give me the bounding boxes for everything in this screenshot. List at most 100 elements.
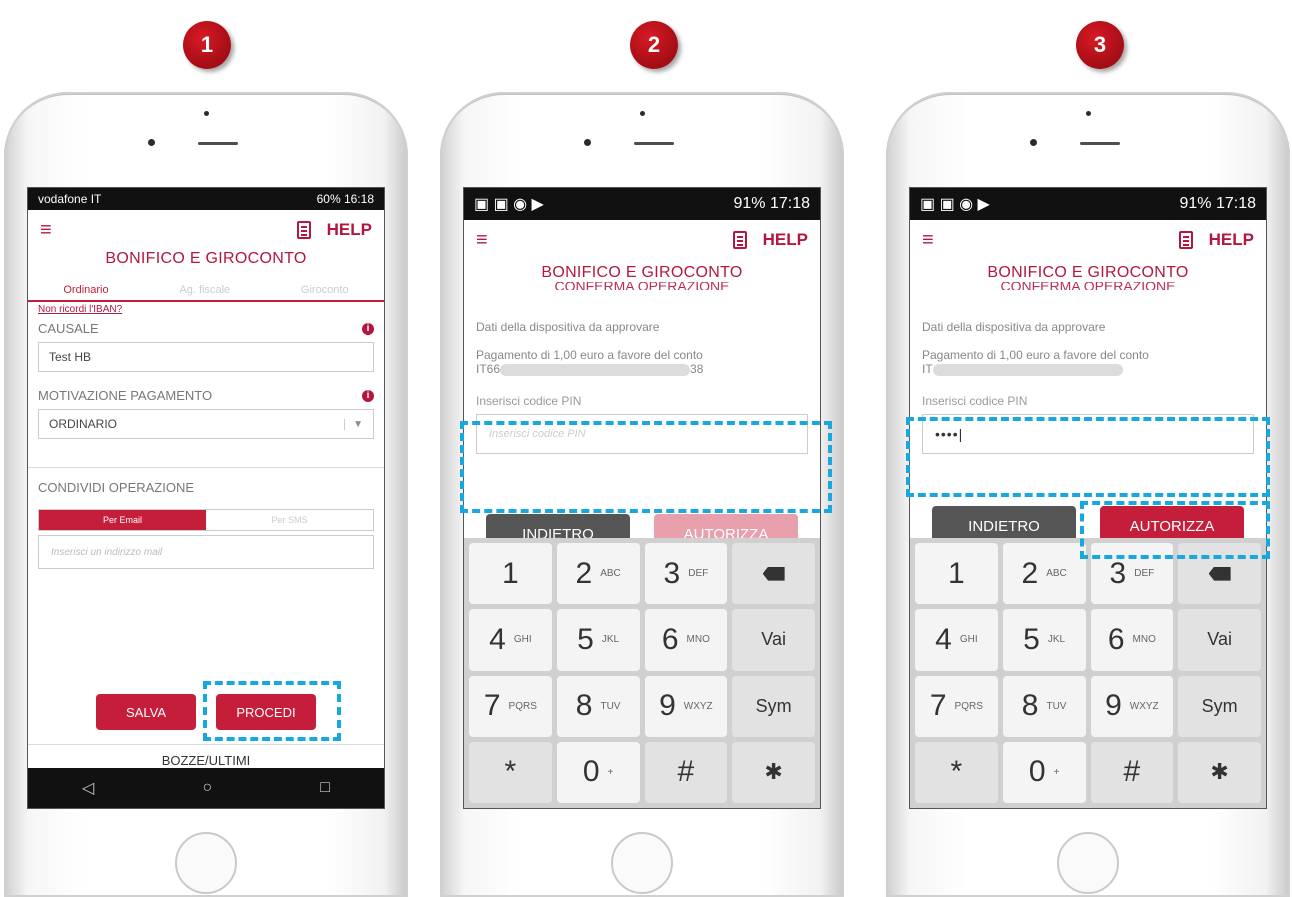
key-9[interactable]: 9 WXYZ xyxy=(1090,675,1174,737)
pagamento-text: Pagamento di 1,00 euro a favore del cont… xyxy=(476,348,703,362)
top-bar: ≡ HELP xyxy=(910,220,1266,260)
status-bar: vodafone IT 60% 16:18 xyxy=(28,188,384,210)
causale-input[interactable]: Test HB xyxy=(38,342,374,372)
key-8[interactable]: 8 TUV xyxy=(556,675,640,737)
masked-iban xyxy=(500,363,691,376)
tab-ag-fiscale[interactable]: Ag. fiscale xyxy=(179,284,230,296)
key-0[interactable]: 0 + xyxy=(1002,741,1086,803)
toggle-sms[interactable]: Per SMS xyxy=(206,510,373,530)
hamburger-menu-icon[interactable]: ≡ xyxy=(922,229,934,252)
key-asterisk[interactable]: * xyxy=(469,741,552,803)
key-6[interactable]: 6 MNO xyxy=(644,609,728,671)
info-icon[interactable]: i xyxy=(362,389,374,402)
key-6[interactable]: 6 MNO xyxy=(1090,609,1174,671)
android-nav-bar: ◁ ○ □ xyxy=(28,768,384,808)
motivazione-select[interactable]: ORDINARIO ▼ xyxy=(38,409,374,439)
key-vai[interactable]: Vai xyxy=(1178,609,1261,671)
page-title: BONIFICO E GIROCONTO xyxy=(987,264,1189,281)
document-list-icon[interactable] xyxy=(1178,231,1193,249)
iban-link[interactable]: Non ricordi l'IBAN? xyxy=(38,304,374,315)
help-button[interactable]: HELP xyxy=(327,220,372,240)
key-5[interactable]: 5 JKL xyxy=(556,609,640,671)
key-4[interactable]: 4 GHI xyxy=(915,609,998,671)
key-sym[interactable]: Sym xyxy=(732,675,815,737)
document-list-icon[interactable] xyxy=(732,231,747,249)
email-field[interactable]: Inserisci un indirizzo mail xyxy=(38,535,374,569)
backspace-key[interactable] xyxy=(732,543,815,605)
earpiece-speaker xyxy=(198,142,238,145)
share-toggle: Per Email Per SMS xyxy=(38,509,374,531)
key-asterisk[interactable]: * xyxy=(915,741,998,803)
tab-ordinario[interactable]: Ordinario xyxy=(63,284,108,296)
step-badge-1: 1 xyxy=(183,21,231,69)
status-right: 91% 17:18 xyxy=(733,195,810,212)
toggle-email[interactable]: Per Email xyxy=(39,510,206,530)
key-4[interactable]: 4 GHI xyxy=(469,609,552,671)
bozze-ultimi-link[interactable]: BOZZE/ULTIMI xyxy=(28,744,384,768)
page-title: BONIFICO E GIROCONTO xyxy=(541,264,743,281)
step-badge-3: 3 xyxy=(1076,21,1124,69)
status-icons: ▣ ▣ ◉ ▶ xyxy=(920,196,990,213)
condividi-label: CONDIVIDI OPERAZIONE xyxy=(38,480,195,495)
save-button[interactable]: SALVA xyxy=(96,694,196,730)
chevron-down-icon: ▼ xyxy=(344,418,363,430)
front-camera xyxy=(148,139,155,146)
backspace-icon xyxy=(762,566,785,581)
document-list-icon[interactable] xyxy=(296,221,311,239)
home-button[interactable] xyxy=(1057,832,1119,894)
earpiece-speaker xyxy=(634,142,674,145)
status-bar: ▣ ▣ ◉ ▶ 91% 17:18 xyxy=(464,188,820,220)
key-hash[interactable]: # xyxy=(1090,741,1174,803)
hamburger-menu-icon[interactable]: ≡ xyxy=(476,229,488,252)
home-button[interactable] xyxy=(611,832,673,894)
phone-1: vodafone IT 60% 16:18 ≡ HELP BONIFICO E … xyxy=(4,92,408,897)
back-icon[interactable]: ◁ xyxy=(82,778,94,798)
key-3[interactable]: 3 DEF xyxy=(644,543,728,605)
settings-key[interactable]: ✱ xyxy=(732,741,815,803)
causale-row: CAUSALE i xyxy=(38,321,374,336)
status-icons: ▣ ▣ ◉ ▶ xyxy=(474,196,544,213)
backspace-icon xyxy=(1208,566,1231,581)
tab-bar: Ordinario Ag. fiscale Giroconto xyxy=(28,284,384,302)
key-8[interactable]: 8 TUV xyxy=(1002,675,1086,737)
home-icon[interactable]: ○ xyxy=(202,779,212,797)
home-button[interactable] xyxy=(175,832,237,894)
highlight-pin-field xyxy=(460,421,832,513)
motivazione-row: MOTIVAZIONE PAGAMENTO i xyxy=(38,388,374,403)
key-1[interactable]: 1 xyxy=(469,543,552,605)
key-2[interactable]: 2 ABC xyxy=(556,543,640,605)
page-title: BONIFICO E GIROCONTO xyxy=(105,250,307,267)
key-sym[interactable]: Sym xyxy=(1178,675,1261,737)
key-5[interactable]: 5 JKL xyxy=(1002,609,1086,671)
recents-icon[interactable]: □ xyxy=(320,779,330,797)
hamburger-menu-icon[interactable]: ≡ xyxy=(40,219,52,242)
iban-start: IT xyxy=(922,362,933,376)
key-2[interactable]: 2 ABC xyxy=(1002,543,1086,605)
help-button[interactable]: HELP xyxy=(1209,230,1254,250)
screen: ▣ ▣ ◉ ▶ 91% 17:18 ≡ HELP BONIFICO E GIRO… xyxy=(910,188,1266,808)
key-vai[interactable]: Vai xyxy=(732,609,815,671)
front-sensor xyxy=(204,111,209,116)
settings-key[interactable]: ✱ xyxy=(1178,741,1261,803)
gear-icon: ✱ xyxy=(1210,759,1229,785)
highlight-procedi xyxy=(203,681,341,741)
key-9[interactable]: 9 WXYZ xyxy=(644,675,728,737)
help-area: HELP xyxy=(732,230,808,250)
dati-text: Dati della dispositiva da approvare xyxy=(922,320,1106,334)
info-icon[interactable]: i xyxy=(362,322,374,335)
key-7[interactable]: 7 PQRS xyxy=(469,675,552,737)
key-hash[interactable]: # xyxy=(644,741,728,803)
key-7[interactable]: 7 PQRS xyxy=(915,675,998,737)
pagamento-text: Pagamento di 1,00 euro a favore del cont… xyxy=(922,348,1149,362)
pin-label: Inserisci codice PIN xyxy=(476,394,582,408)
step-badge-2: 2 xyxy=(630,21,678,69)
iban-end: 38 xyxy=(690,362,704,376)
pin-label: Inserisci codice PIN xyxy=(922,394,1028,408)
earpiece-speaker xyxy=(1080,142,1120,145)
tab-giroconto[interactable]: Giroconto xyxy=(301,284,349,296)
key-0[interactable]: 0 + xyxy=(556,741,640,803)
top-bar: ≡ HELP xyxy=(28,210,384,250)
help-button[interactable]: HELP xyxy=(763,230,808,250)
causale-label: CAUSALE xyxy=(38,321,99,336)
key-1[interactable]: 1 xyxy=(915,543,998,605)
